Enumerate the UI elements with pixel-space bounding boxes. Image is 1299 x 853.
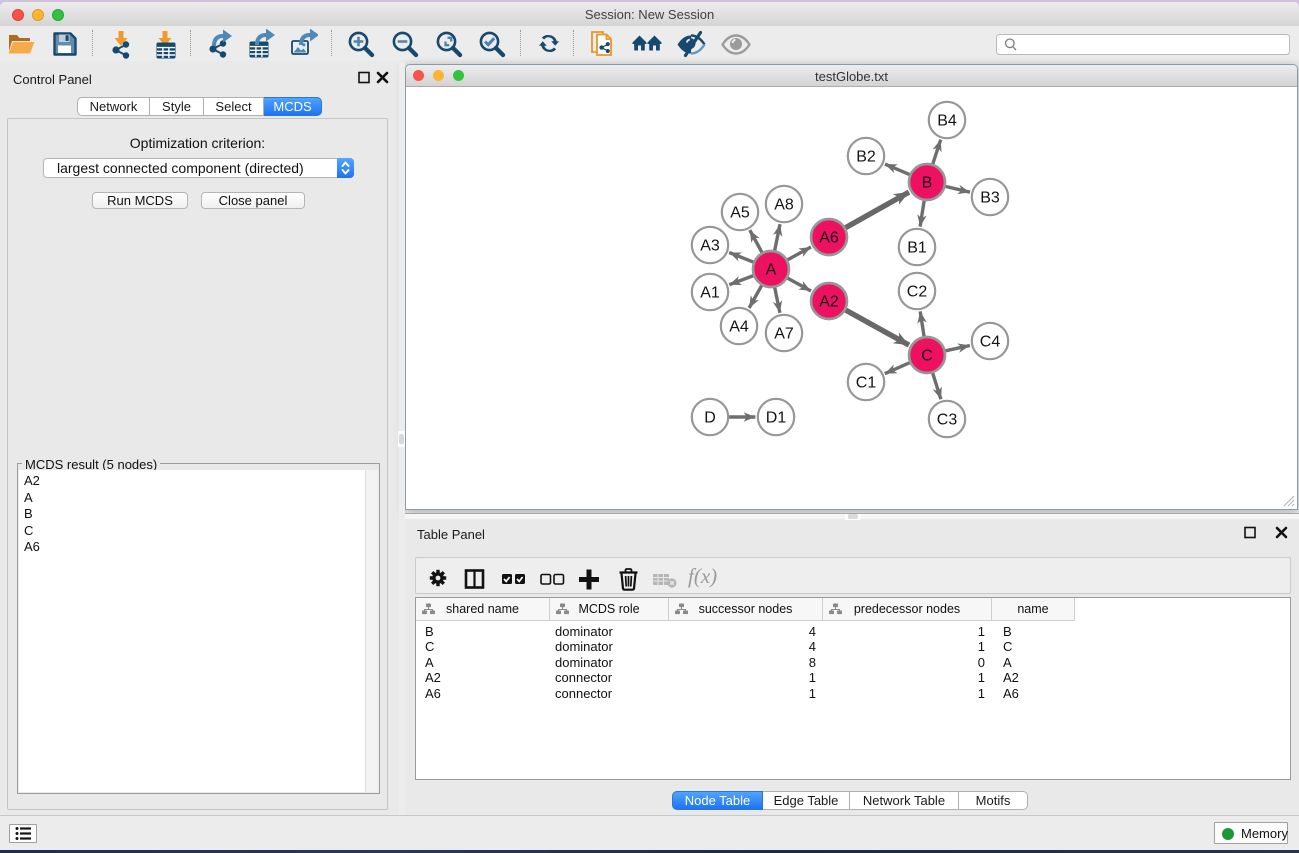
svg-text:B1: B1: [907, 240, 927, 257]
svg-text:A3: A3: [700, 238, 720, 255]
svg-text:C2: C2: [907, 284, 928, 301]
svg-text:C3: C3: [937, 412, 958, 429]
svg-text:A6: A6: [819, 230, 839, 247]
svg-text:C4: C4: [980, 334, 1001, 351]
svg-text:A4: A4: [729, 319, 749, 336]
svg-text:A5: A5: [730, 205, 750, 222]
svg-text:B3: B3: [980, 190, 1000, 207]
svg-text:B: B: [922, 175, 933, 192]
svg-text:A2: A2: [819, 294, 839, 311]
svg-text:A: A: [766, 262, 777, 279]
svg-text:B4: B4: [937, 113, 957, 130]
svg-text:C1: C1: [856, 375, 877, 392]
svg-text:C: C: [921, 348, 933, 365]
svg-text:B2: B2: [856, 149, 876, 166]
svg-text:A1: A1: [700, 285, 720, 302]
svg-text:A8: A8: [774, 197, 794, 214]
svg-text:D: D: [704, 410, 716, 427]
svg-text:A7: A7: [774, 326, 794, 343]
svg-text:D1: D1: [766, 410, 787, 427]
